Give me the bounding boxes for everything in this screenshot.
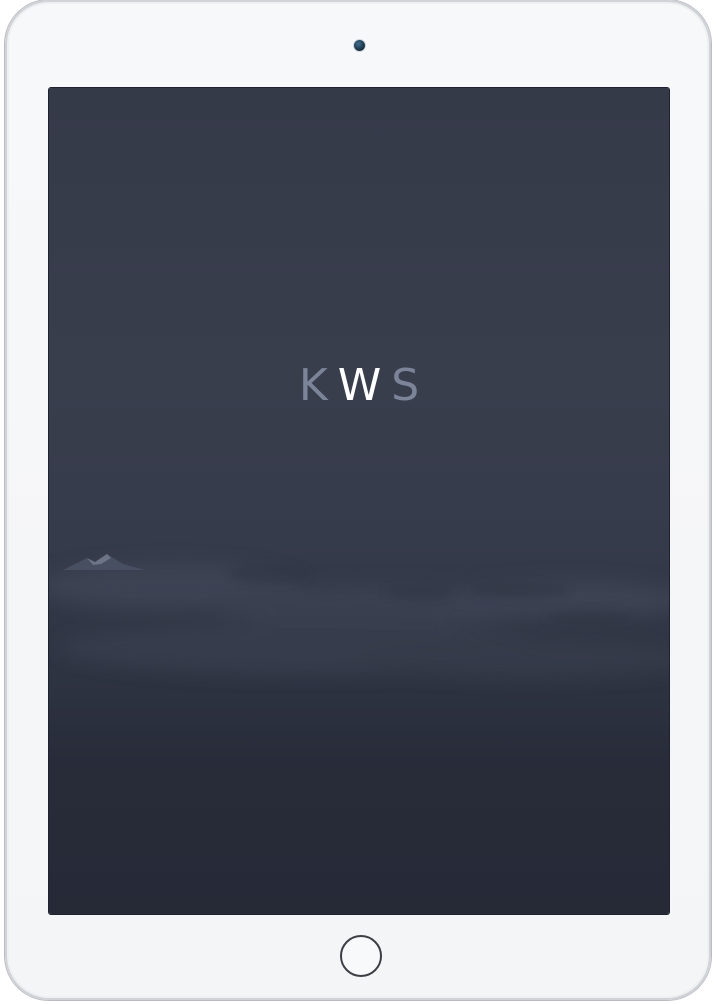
kws-logo: KWS [49,360,669,412]
logo-letter-s: S [391,360,430,411]
logo-letter-k: K [298,360,338,411]
app-screen: KWS [49,88,669,914]
home-button-icon[interactable] [340,935,382,977]
logo-letter-w: W [337,360,392,411]
tablet-device-frame: KWS [5,0,711,1000]
cloud-mountain-background [49,508,669,768]
mountain-peak-icon [63,554,145,570]
front-camera-icon [354,40,365,51]
